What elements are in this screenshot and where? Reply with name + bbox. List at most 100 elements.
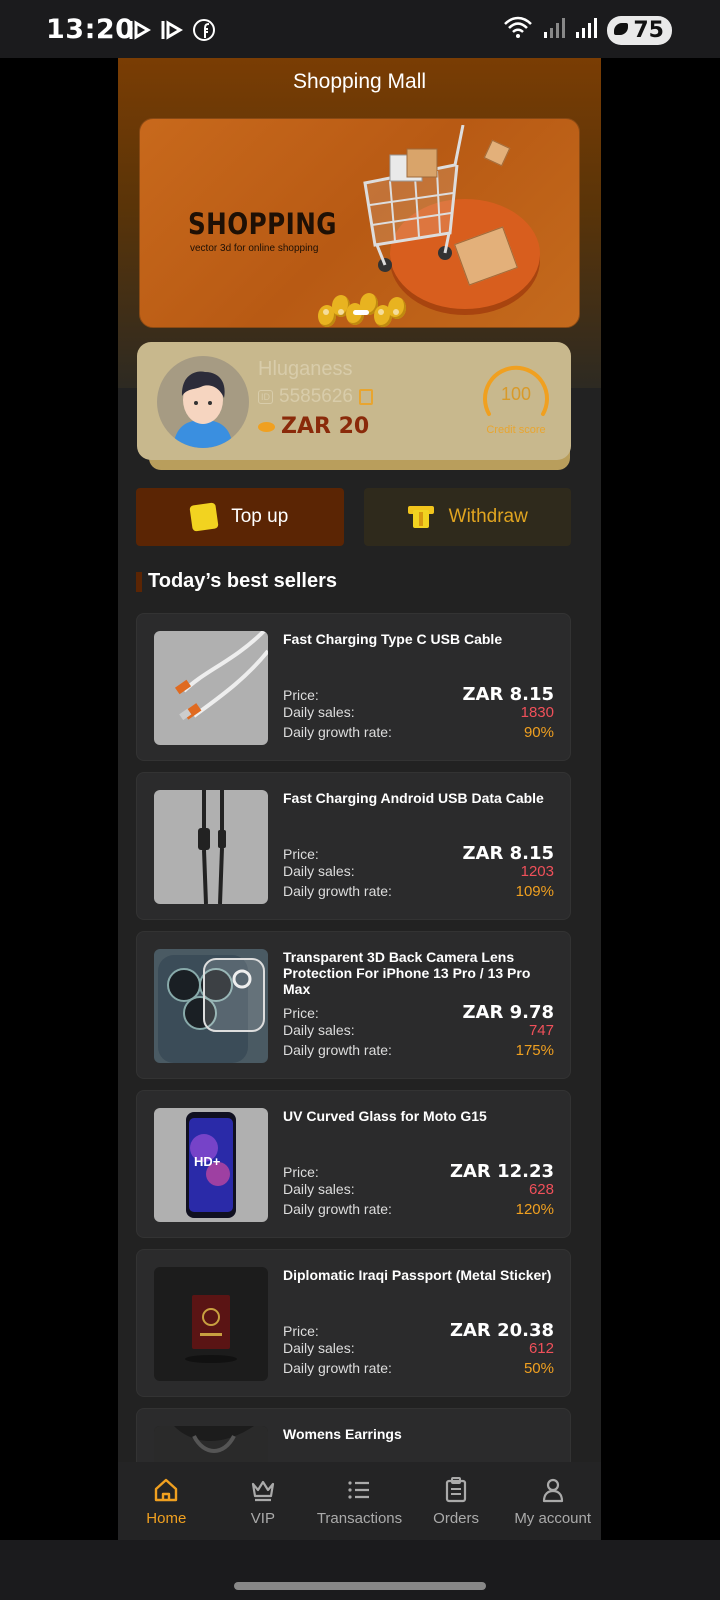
topup-button[interactable]: Top up (136, 488, 344, 546)
product-card[interactable]: Fast Charging Android USB Data Cable Pri… (136, 772, 571, 920)
price-label: Price: (283, 846, 319, 862)
product-price: ZAR 20.38 (449, 1320, 554, 1341)
withdraw-icon (407, 506, 434, 528)
product-name: Fast Charging Type C USB Cable (283, 631, 503, 647)
tab-vip[interactable]: VIP (215, 1462, 312, 1540)
carousel-dot[interactable] (337, 309, 344, 315)
signal-icon (543, 16, 566, 45)
price-label: Price: (283, 687, 319, 703)
product-price: ZAR 9.78 (462, 1002, 554, 1023)
tab-label: Home (146, 1510, 187, 1527)
tab-label: Orders (433, 1510, 479, 1527)
user-id: 5585626 (279, 386, 353, 407)
daily-sales-label: Daily sales: (283, 1340, 355, 1356)
product-card[interactable]: Transparent 3D Back Camera Lens Protecti… (136, 931, 571, 1079)
app-notification-icon (128, 18, 152, 47)
carousel-dot[interactable] (377, 309, 384, 315)
notification-icons (128, 18, 216, 47)
avatar[interactable] (157, 356, 249, 448)
status-time: 13:20 (46, 14, 135, 45)
section-title: Today’s best sellers (148, 570, 337, 592)
section-header: Today’s best sellers (136, 570, 337, 593)
coin-icon (258, 421, 275, 432)
profile-card: Hluganess ID 5585626 ZAR 20 100 Credit s… (137, 342, 571, 460)
tab-my-account[interactable]: My account (504, 1462, 601, 1540)
username: Hluganess (258, 358, 353, 380)
action-buttons: Top up Withdraw (136, 488, 571, 546)
carousel-dots[interactable] (140, 309, 579, 315)
daily-sales-label: Daily sales: (283, 1022, 355, 1038)
product-image (154, 949, 268, 1063)
svg-text:HD+: HD+ (194, 1154, 221, 1169)
tab-label: Transactions (316, 1510, 403, 1527)
daily-sales-label: Daily sales: (283, 1181, 355, 1197)
shopping-cart-icon (363, 125, 465, 272)
price-label: Price: (283, 1005, 319, 1021)
tab-transactions[interactable]: Transactions (311, 1462, 408, 1540)
product-growth-rate: 175% (515, 1042, 554, 1059)
copy-icon[interactable] (358, 389, 373, 405)
product-image (154, 1267, 268, 1381)
id-badge: ID (258, 390, 273, 404)
page-title: Shopping Mall (292, 70, 427, 93)
withdraw-button[interactable]: Withdraw (363, 488, 571, 546)
product-daily-sales: 1203 (520, 863, 554, 880)
topup-label: Top up (231, 506, 289, 527)
carousel-dot[interactable] (322, 309, 329, 315)
home-indicator[interactable] (234, 1582, 486, 1590)
facebook-icon (192, 18, 216, 47)
crown-icon (251, 1480, 274, 1502)
system-nav-area (0, 1540, 720, 1600)
home-icon (155, 1478, 178, 1502)
product-name: Womens Earrings (283, 1426, 402, 1442)
product-growth-rate: 109% (515, 883, 554, 900)
promo-banner[interactable]: SHOPPING vector 3d for online shopping (139, 118, 580, 328)
user-icon (542, 1478, 563, 1503)
product-card[interactable]: HD+ UV Curved Glass for Moto G15 Price: Z… (136, 1090, 571, 1238)
product-daily-sales: 628 (528, 1181, 554, 1198)
withdraw-label: Withdraw (448, 506, 528, 527)
wifi-icon (503, 16, 533, 45)
product-growth-rate: 50% (523, 1360, 554, 1377)
product-growth-rate: 90% (523, 724, 554, 741)
user-id-row: ID 5585626 (258, 386, 373, 408)
price-label: Price: (283, 1323, 319, 1339)
banner-subtitle: vector 3d for online shopping (190, 243, 319, 254)
product-name: Diplomatic Iraqi Passport (Metal Sticker… (283, 1267, 552, 1283)
credit-score-value: 100 (500, 384, 532, 404)
bottom-tab-bar: Home VIP Transactions Orders My account (118, 1462, 601, 1540)
product-image: HD+ (154, 1108, 268, 1222)
system-icons: 75 (503, 16, 672, 45)
balance-amount: ZAR 20 (281, 414, 370, 439)
product-price: ZAR 8.15 (462, 684, 554, 705)
growth-label: Daily growth rate: (283, 1201, 392, 1217)
tab-home[interactable]: Home (118, 1462, 215, 1540)
wallet-icon (189, 502, 219, 532)
banner-title: SHOPPING (188, 207, 337, 241)
product-card[interactable]: Diplomatic Iraqi Passport (Metal Sticker… (136, 1249, 571, 1397)
product-growth-rate: 120% (515, 1201, 554, 1218)
app-screen: Shopping Mall SHOPPING vector 3d for onl… (118, 58, 601, 1540)
product-price: ZAR 8.15 (462, 843, 554, 864)
product-card[interactable]: Fast Charging Type C USB Cable Price: ZAR… (136, 613, 571, 761)
tab-label: VIP (250, 1510, 275, 1527)
product-daily-sales: 612 (528, 1340, 554, 1357)
section-accent-bar (136, 571, 142, 592)
product-name: UV Curved Glass for Moto G15 (283, 1108, 487, 1124)
product-name: Transparent 3D Back Camera Lens Protecti… (283, 949, 531, 997)
product-list: Fast Charging Type C USB Cable Price: ZAR… (136, 613, 571, 1540)
clipboard-icon (445, 1477, 467, 1503)
battery-indicator: 75 (607, 16, 672, 45)
carousel-dot[interactable] (392, 309, 399, 315)
daily-sales-label: Daily sales: (283, 863, 355, 879)
tab-orders[interactable]: Orders (408, 1462, 505, 1540)
product-price: ZAR 12.23 (449, 1161, 554, 1182)
app-notification-icon (160, 18, 184, 47)
signal-icon (575, 16, 598, 45)
daily-sales-label: Daily sales: (283, 704, 355, 720)
credit-score-gauge: 100 Credit score (479, 360, 553, 436)
list-icon (348, 1481, 370, 1499)
carousel-dot-active[interactable] (352, 309, 369, 315)
product-name: Fast Charging Android USB Data Cable (283, 790, 544, 806)
balance-row: ZAR 20 (258, 414, 369, 439)
